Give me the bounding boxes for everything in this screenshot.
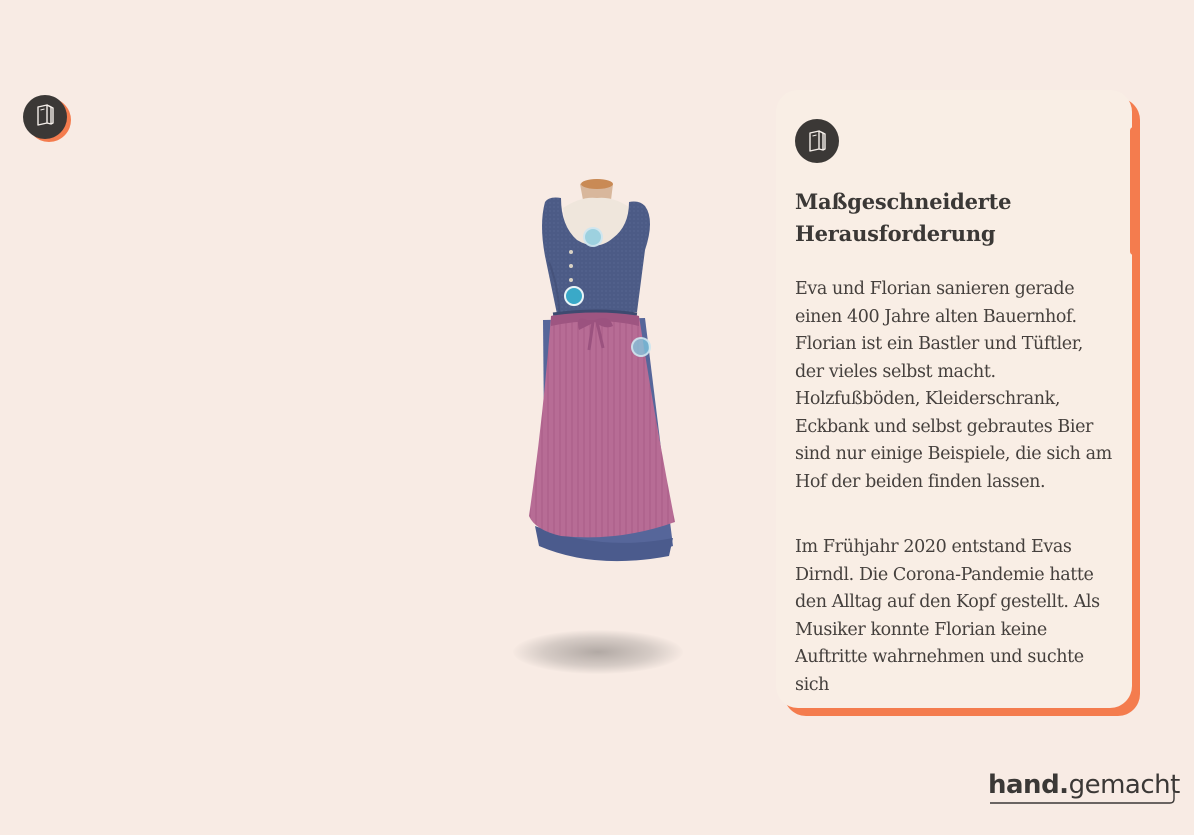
story-paragraph: Im Frühjahr 2020 entstand Evas Dirndl. D… xyxy=(795,537,1100,695)
hotspot-apron-bow[interactable] xyxy=(631,337,651,357)
hotspot-bodice-buttons[interactable] xyxy=(564,286,584,306)
story-title: Maßgeschneiderte Herausforderung xyxy=(795,186,1112,250)
panel-scrollbar[interactable] xyxy=(1130,127,1137,255)
story-title-line2: Herausforderung xyxy=(795,221,996,246)
story-panel-card[interactable]: Maßgeschneiderte Herausforderung Eva und… xyxy=(776,90,1132,708)
book-icon xyxy=(32,102,58,132)
hotspot-bodice-neckline[interactable] xyxy=(583,227,603,247)
brand-underline xyxy=(990,787,1175,804)
story-panel: Maßgeschneiderte Herausforderung Eva und… xyxy=(776,90,1140,716)
story-title-line1: Maßgeschneiderte xyxy=(795,189,1012,214)
story-paragraph: Eva und Florian sanieren gerade einen 40… xyxy=(795,279,1112,492)
book-icon xyxy=(809,130,826,152)
open-story-button[interactable] xyxy=(23,95,67,139)
panel-book-icon xyxy=(795,119,839,163)
dirndl-image xyxy=(505,170,695,690)
